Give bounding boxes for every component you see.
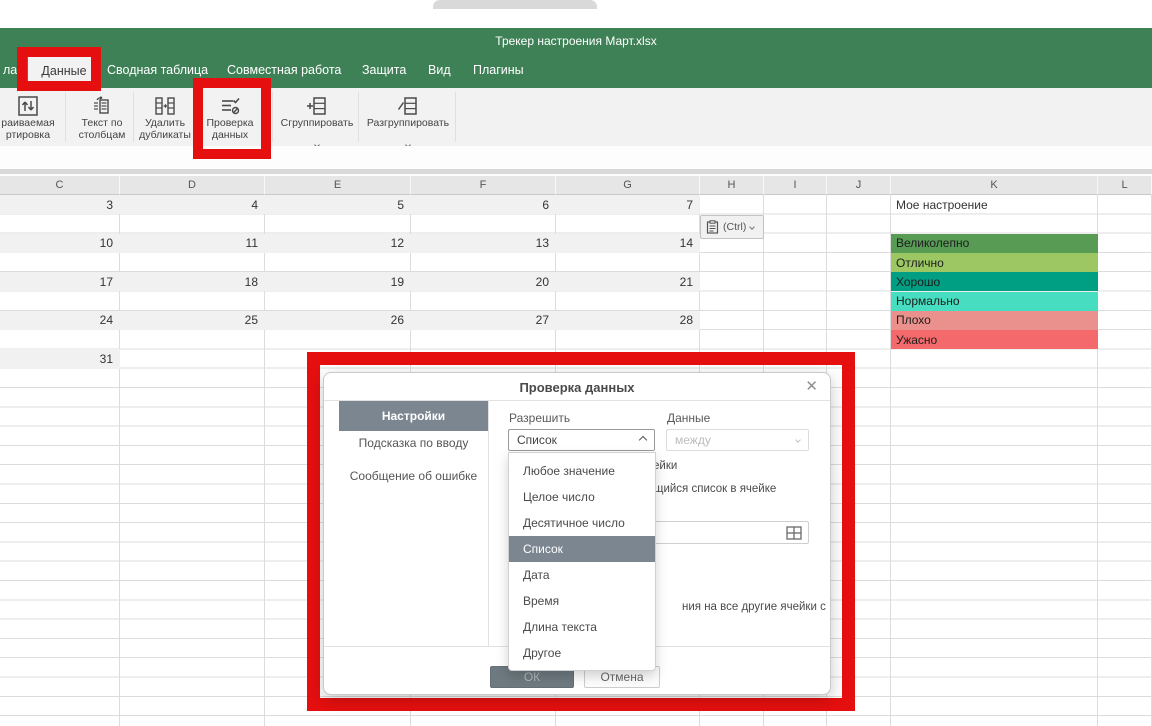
dialog-tab-settings[interactable]: Настройки <box>339 401 488 431</box>
dropdown-option[interactable]: Десятичное число <box>509 510 655 536</box>
toolbar-separator <box>358 92 359 142</box>
data-combobox-value: между <box>675 433 796 447</box>
calendar-cell[interactable]: 18 <box>120 272 265 291</box>
data-combobox: между <box>666 429 809 451</box>
dialog-title: Проверка данных <box>324 380 830 395</box>
clipboard-icon <box>706 220 719 234</box>
allow-dropdown-list: Любое значениеЦелое числоДесятичное числ… <box>508 452 656 671</box>
in-cell-dropdown-checkbox-label-fragment: щийся список в ячейке <box>654 483 776 495</box>
formula-bar-divider <box>0 169 1152 174</box>
mood-cell[interactable]: Ужасно <box>891 330 1098 349</box>
mood-cell[interactable]: Плохо <box>891 311 1098 330</box>
chevron-up-icon <box>639 436 647 444</box>
column-header-I[interactable]: I <box>764 176 827 195</box>
paste-options-label: (Ctrl) <box>723 221 746 233</box>
chevron-down-icon <box>795 437 801 443</box>
toolbar-button-label: Сгруппировать <box>281 118 354 130</box>
column-header-C[interactable]: C <box>0 176 120 195</box>
column-header-G[interactable]: G <box>556 176 700 195</box>
app-window: Трекер настроения Март.xlsx ла Данные Свод… <box>0 0 1152 726</box>
select-range-icon <box>786 526 802 540</box>
paste-options-button[interactable]: (Ctrl) <box>700 215 764 239</box>
calendar-cell[interactable]: 20 <box>411 272 556 291</box>
column-header-J[interactable]: J <box>827 176 891 195</box>
mood-cell[interactable]: Нормально <box>891 292 1098 311</box>
column-header-D[interactable]: D <box>120 176 265 195</box>
allow-label: Разрешить <box>509 411 570 425</box>
calendar-cell[interactable]: 14 <box>556 234 700 253</box>
dropdown-option[interactable]: Длина текста <box>509 614 655 640</box>
allow-combobox-value: Список <box>517 433 640 447</box>
toolbar-button-ungroup[interactable]: Разгруппировать <box>348 88 468 146</box>
mood-cell[interactable]: Отлично <box>891 253 1098 272</box>
calendar-cell[interactable]: 27 <box>411 311 556 330</box>
dropdown-option[interactable]: Целое число <box>509 484 655 510</box>
calendar-cell[interactable]: 6 <box>411 195 556 214</box>
calendar-cell[interactable]: 25 <box>120 311 265 330</box>
column-header-K[interactable]: K <box>891 176 1098 195</box>
calendar-cell[interactable]: 21 <box>556 272 700 291</box>
tab-collaboration[interactable]: Совместная работа <box>227 63 341 77</box>
toolbar-separator <box>65 92 66 142</box>
browser-tab-remnant <box>433 0 597 9</box>
column-header-F[interactable]: F <box>411 176 556 195</box>
dialog-panel-divider <box>488 400 489 646</box>
calendar-cell[interactable]: 12 <box>265 234 411 253</box>
calendar-cell[interactable]: 7 <box>556 195 700 214</box>
calendar-cell[interactable]: 10 <box>0 234 120 253</box>
mood-cell[interactable]: Хорошо <box>891 272 1098 291</box>
annotation-box-data-tab <box>17 47 101 91</box>
calendar-cell[interactable]: 11 <box>120 234 265 253</box>
column-header-H[interactable]: H <box>700 176 764 195</box>
calendar-cell[interactable]: 31 <box>0 349 120 368</box>
annotation-box-validation-button <box>193 78 271 159</box>
ungroup-icon <box>396 94 420 118</box>
dropdown-option[interactable]: Дата <box>509 562 655 588</box>
tab-protection[interactable]: Защита <box>362 63 406 77</box>
document-title: Трекер настроения Март.xlsx <box>0 34 1152 48</box>
apply-changes-checkbox-label-fragment: ния на все другие ячейки с <box>682 601 826 613</box>
calendar-cell[interactable]: 19 <box>265 272 411 291</box>
browser-top-strip <box>0 0 1152 28</box>
dropdown-option[interactable]: Любое значение <box>509 458 655 484</box>
tab-view[interactable]: Вид <box>428 63 451 77</box>
calendar-cell[interactable]: 13 <box>411 234 556 253</box>
chevron-down-icon <box>749 224 755 230</box>
toolbar: раиваемаяртировкаТекст постолбцамУдалить… <box>0 88 1152 146</box>
mood-cell[interactable]: Великолепно <box>891 234 1098 253</box>
toolbar-separator <box>272 92 273 142</box>
titlebar: Трекер настроения Март.xlsx <box>0 28 1152 53</box>
calendar-cell[interactable]: 24 <box>0 311 120 330</box>
group-icon <box>305 94 329 118</box>
calendar-cell[interactable]: 28 <box>556 311 700 330</box>
calendar-cell[interactable]: 4 <box>120 195 265 214</box>
toolbar-separator <box>133 92 134 142</box>
toolbar-button-label: Разгруппировать <box>367 118 449 130</box>
ignore-blank-checkbox-label-fragment: ейки <box>653 460 677 472</box>
column-header-L[interactable]: L <box>1098 176 1152 195</box>
menu-tabbar: лаДанныеСводная таблицаСовместная работа… <box>0 53 1152 88</box>
header-cell[interactable]: Мое настроение <box>891 195 1098 214</box>
toolbar-separator <box>455 92 456 142</box>
data-label: Данные <box>667 411 710 425</box>
dialog-tab-input-message[interactable]: Подсказка по вводу <box>339 436 488 450</box>
data-validation-dialog: Проверка данных ✕ Настройки Подсказка по … <box>323 372 831 695</box>
dropdown-option[interactable]: Другое <box>509 640 655 666</box>
dropdown-option[interactable]: Время <box>509 588 655 614</box>
custom-sort-icon <box>16 94 40 118</box>
calendar-cell[interactable]: 5 <box>265 195 411 214</box>
tab-formula[interactable]: ла <box>3 63 17 77</box>
allow-combobox[interactable]: Список <box>508 429 655 451</box>
close-icon[interactable]: ✕ <box>805 377 818 395</box>
calendar-cell[interactable]: 3 <box>0 195 120 214</box>
column-header-E[interactable]: E <box>265 176 411 195</box>
calendar-cell[interactable]: 26 <box>265 311 411 330</box>
dropdown-option[interactable]: Список <box>509 536 655 562</box>
calendar-cell[interactable]: 17 <box>0 272 120 291</box>
tab-plugins[interactable]: Плагины <box>473 63 524 77</box>
dialog-tab-error-alert[interactable]: Сообщение об ошибке <box>339 469 488 483</box>
tab-pivot[interactable]: Сводная таблица <box>107 63 208 77</box>
